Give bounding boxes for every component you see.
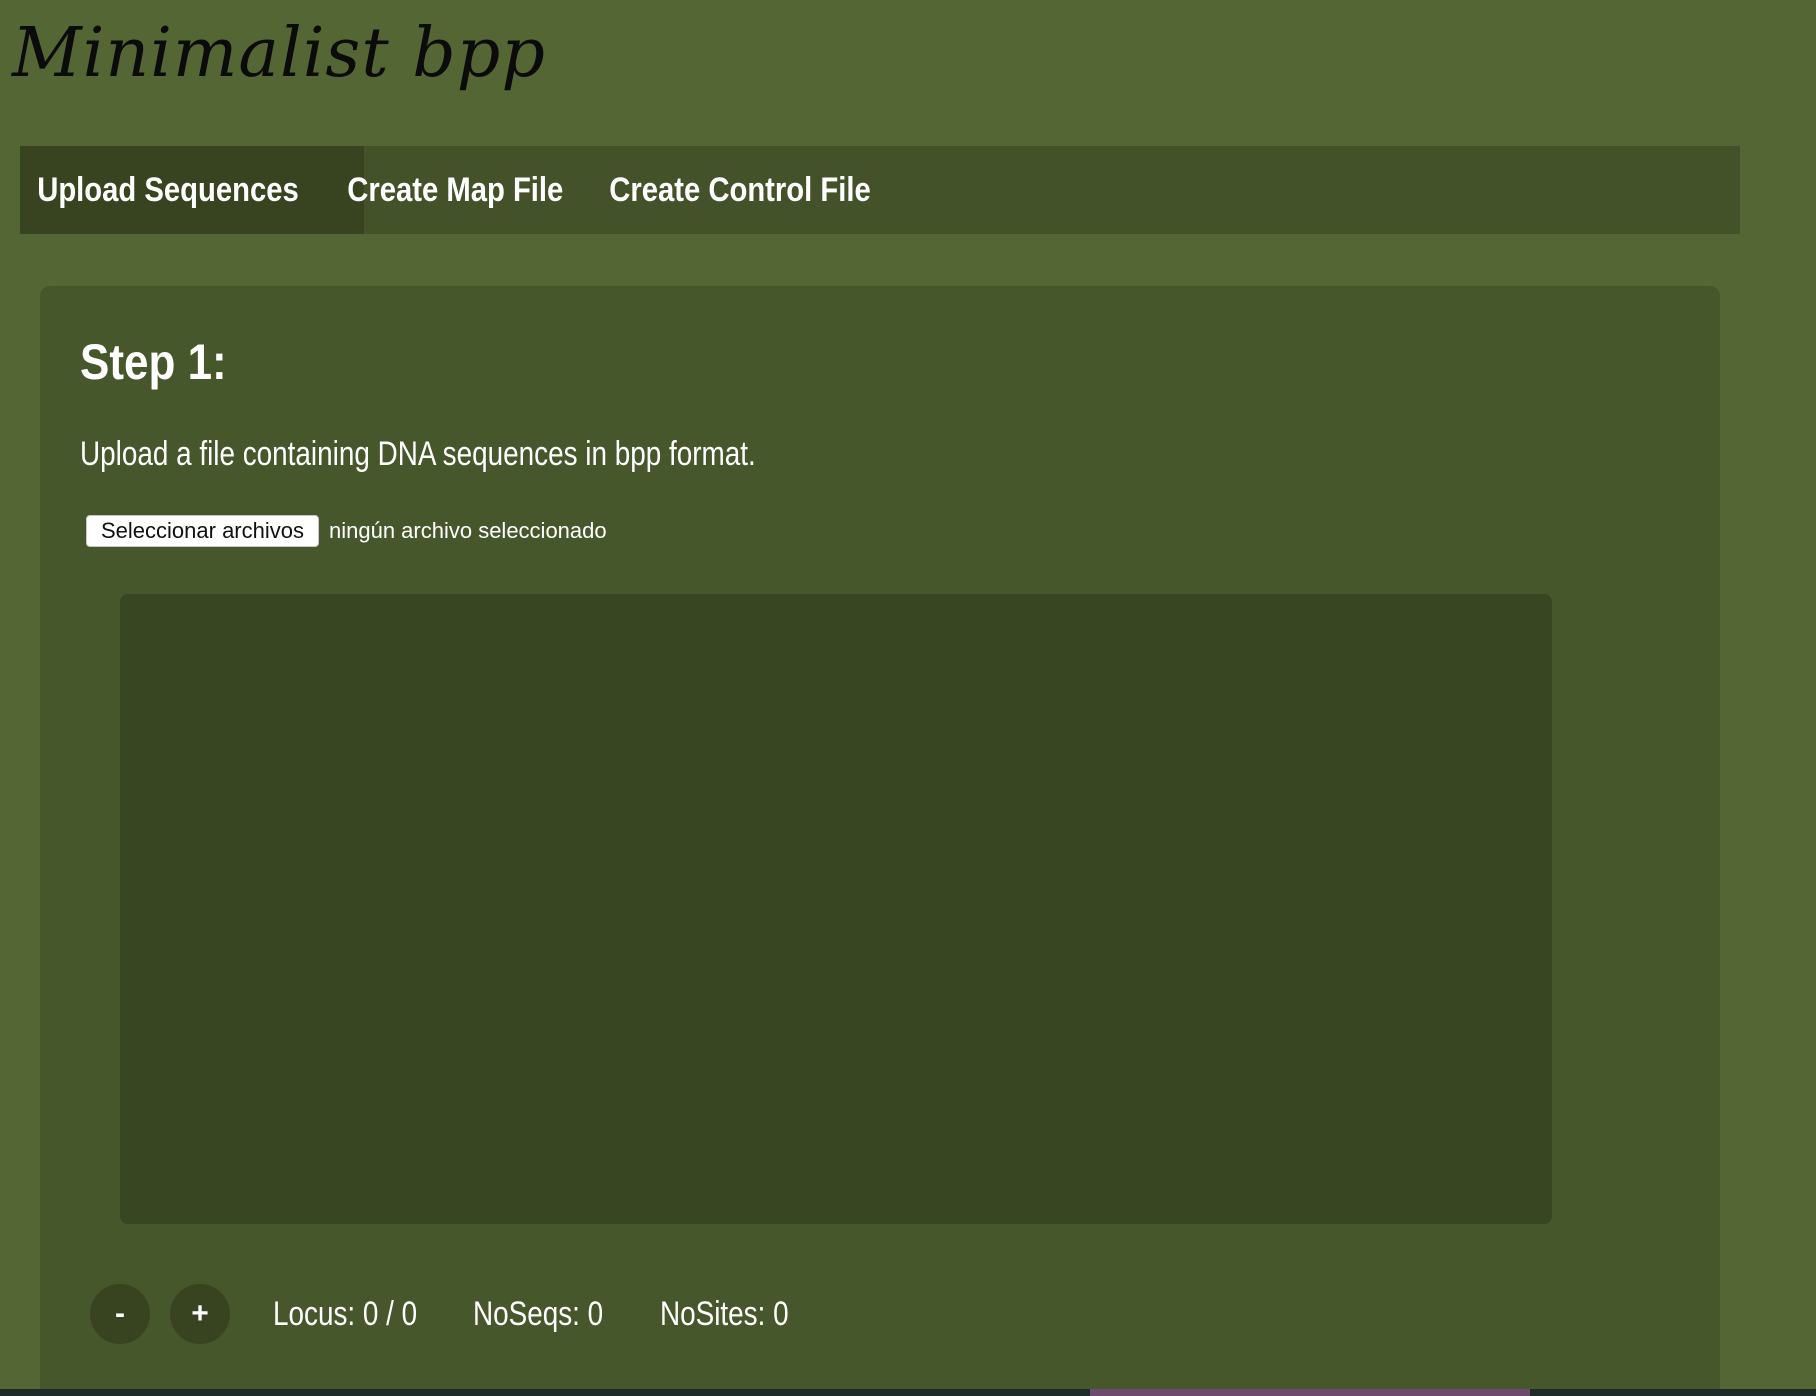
- bottom-edge-accent: [1090, 1389, 1530, 1396]
- tab-upload-sequences[interactable]: Upload Sequences: [20, 146, 365, 234]
- step-description: Upload a file containing DNA sequences i…: [80, 435, 756, 473]
- previous-locus-button[interactable]: -: [90, 1284, 150, 1344]
- noseqs-counter: NoSeqs: 0: [473, 1294, 604, 1333]
- step-panel: Step 1: Upload a file containing DNA seq…: [40, 286, 1720, 1396]
- tab-create-control-file-label[interactable]: Create Control File: [592, 146, 888, 234]
- tab-upload-sequences-label[interactable]: Upload Sequences: [20, 146, 316, 234]
- next-locus-button[interactable]: +: [170, 1284, 230, 1344]
- main-nav: Upload Sequences Create Map File Create …: [20, 146, 1740, 234]
- sequence-display-area: [120, 594, 1552, 1224]
- tab-create-control-file[interactable]: Create Control File: [592, 146, 936, 234]
- bottom-edge-strip: [0, 1389, 1816, 1396]
- select-files-button[interactable]: Seleccionar archivos: [86, 515, 319, 547]
- tab-create-map-file-label[interactable]: Create Map File: [330, 146, 581, 234]
- nosites-counter: NoSites: 0: [660, 1294, 789, 1333]
- step-title: Step 1:: [80, 334, 227, 390]
- file-input-row: Seleccionar archivos ningún archivo sele…: [86, 514, 607, 548]
- app-title: Minimalist bpp: [12, 14, 546, 93]
- locus-controls: - + Locus: 0 / 0 NoSeqs: 0 NoSites: 0: [90, 1284, 817, 1344]
- tab-create-map-file[interactable]: Create Map File: [330, 146, 621, 234]
- locus-counter: Locus: 0 / 0: [273, 1294, 418, 1333]
- file-status-text: ningún archivo seleccionado: [328, 518, 607, 543]
